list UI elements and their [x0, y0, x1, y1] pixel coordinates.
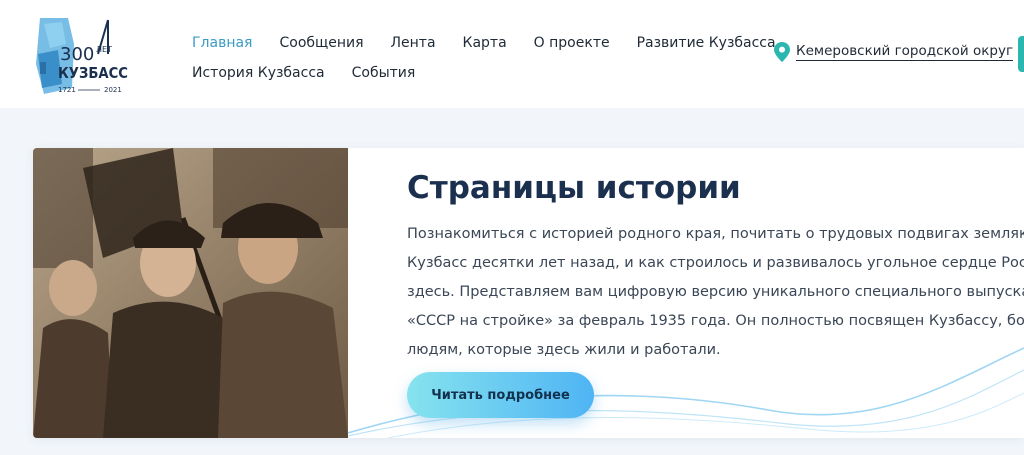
nav-item-development[interactable]: Развитие Кузбасса	[637, 35, 776, 51]
nav-item-home[interactable]: Главная	[192, 35, 252, 51]
feature-description-line: здесь. Представляем вам цифровую версию …	[407, 284, 1024, 300]
site-header: 300 ЛЕТ КУЗБАСС 1721 2021 Главная Сообще…	[0, 0, 1024, 108]
nav-item-messages[interactable]: Сообщения	[279, 35, 363, 51]
logo-year-start: 1721	[58, 86, 76, 94]
edge-tab[interactable]	[1018, 36, 1024, 72]
main-nav: Главная Сообщения Лента Карта О проекте …	[192, 28, 776, 88]
logo-name: КУЗБАСС	[58, 64, 128, 82]
logo-300-kuzbass[interactable]: 300 ЛЕТ КУЗБАСС 1721 2021	[28, 14, 138, 98]
feature-description-line: «СССР на стройке» за февраль 1935 года. …	[407, 313, 1024, 329]
nav-item-map[interactable]: Карта	[463, 35, 507, 51]
historical-workers-photo	[33, 148, 348, 438]
nav-item-events[interactable]: События	[352, 65, 416, 81]
feature-description-line: Кузбасс десятки лет назад, и как строило…	[407, 255, 1024, 271]
read-more-button[interactable]: Читать подробнее	[407, 372, 594, 418]
location-label[interactable]: Кемеровский городской округ	[796, 43, 1014, 61]
map-pin-icon	[774, 42, 790, 62]
main-nav-row-1: Главная Сообщения Лента Карта О проекте …	[192, 28, 776, 58]
logo-years-word: ЛЕТ	[96, 45, 112, 54]
nav-item-history[interactable]: История Кузбасса	[192, 65, 325, 81]
nav-item-feed[interactable]: Лента	[391, 35, 436, 51]
feature-description-line: Познакомиться с историей родного края, п…	[407, 226, 1024, 242]
main-nav-row-2: История Кузбасса События	[192, 58, 772, 88]
feature-title: Страницы истории	[407, 170, 741, 206]
feature-description-line: людям, которые здесь жили и работали.	[407, 342, 721, 358]
logo-number: 300	[60, 44, 94, 65]
history-feature-card: Страницы истории Познакомиться с историе…	[33, 148, 1024, 438]
nav-item-about[interactable]: О проекте	[534, 35, 610, 51]
logo-year-end: 2021	[104, 86, 122, 94]
location-selector[interactable]: Кемеровский городской округ	[774, 42, 1014, 62]
feature-description: Познакомиться с историей родного края, п…	[407, 220, 1024, 365]
